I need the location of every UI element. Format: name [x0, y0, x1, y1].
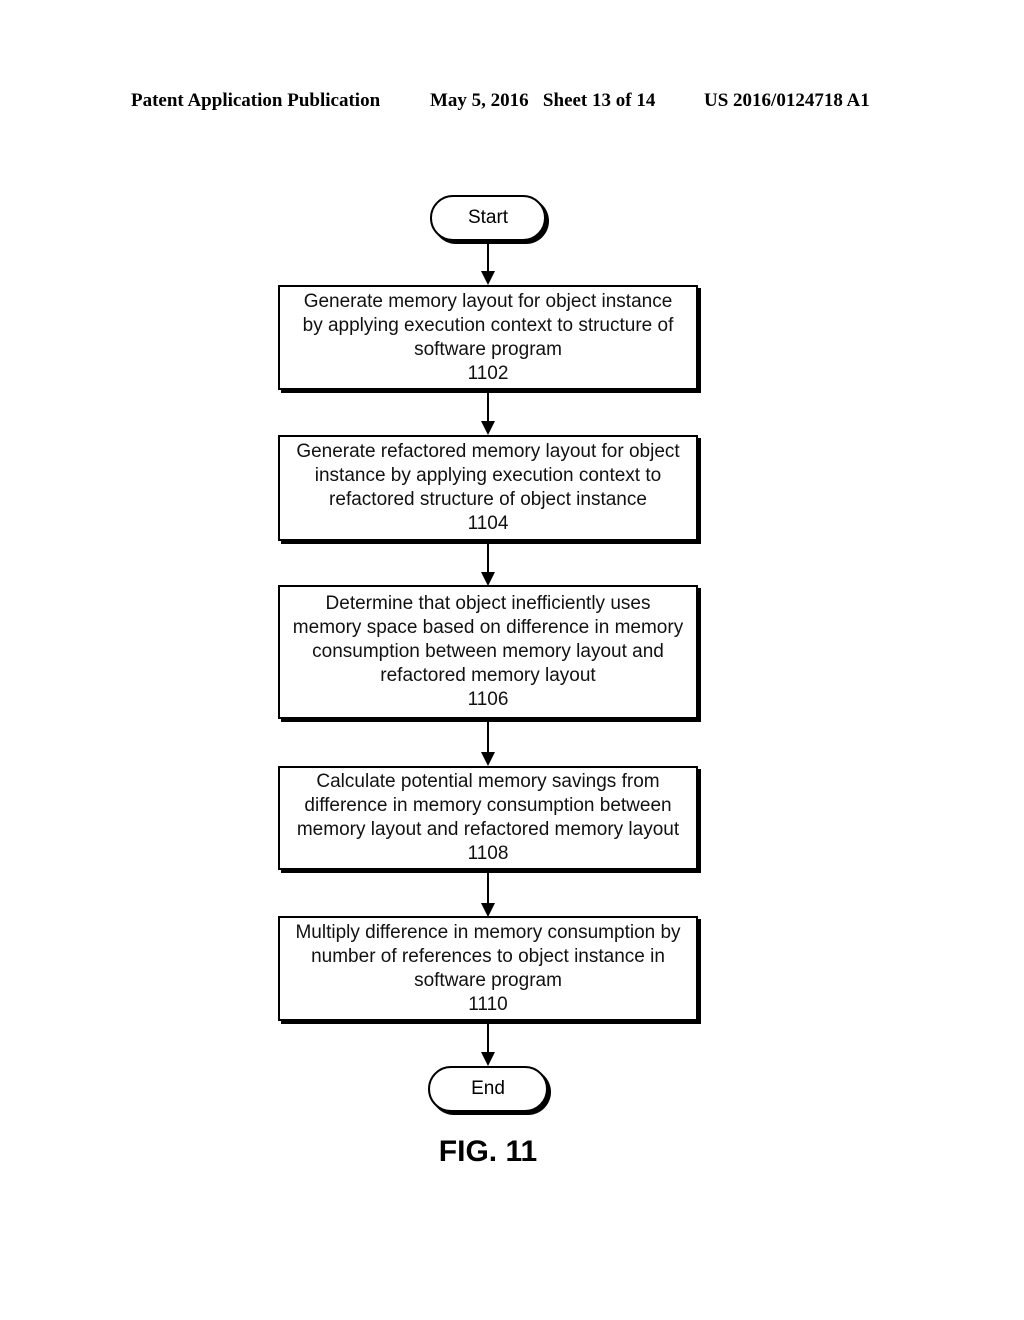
start-terminal: Start [430, 195, 546, 241]
step-ref: 1102 [467, 362, 509, 384]
arrow-1110-to-end [481, 1024, 495, 1066]
step-text: Determine that object inefficiently uses… [292, 593, 684, 686]
arrow-1104-to-1106 [481, 544, 495, 586]
step-text: Multiply difference in memory consumptio… [295, 921, 681, 991]
step-ref: 1104 [467, 513, 509, 534]
step-1108: Calculate potential memory savings from … [278, 766, 698, 870]
arrow-start-to-1102 [481, 243, 495, 285]
step-1102: Generate memory layout for object instan… [278, 285, 698, 390]
arrow-1102-to-1104 [481, 393, 495, 435]
step-1106: Determine that object inefficiently uses… [278, 585, 698, 719]
step-text: Generate refactored memory layout for ob… [296, 441, 680, 510]
figure-label: FIG. 11 [438, 1135, 538, 1168]
start-label: Start [467, 207, 509, 228]
step-text: Calculate potential memory savings from … [296, 771, 680, 840]
step-text: Generate memory layout for object instan… [302, 290, 674, 360]
step-ref: 1110 [468, 993, 508, 1015]
publication-date-sheet: May 5, 2016 Sheet 13 of 14 [430, 90, 656, 111]
step-1104: Generate refactored memory layout for ob… [278, 435, 698, 541]
arrow-1108-to-1110 [481, 873, 495, 917]
step-ref: 1106 [467, 689, 509, 710]
arrow-1106-to-1108 [481, 722, 495, 766]
step-ref: 1108 [467, 843, 509, 864]
publication-number: US 2016/0124718 A1 [704, 90, 870, 111]
publication-type: Patent Application Publication [131, 90, 381, 111]
end-label: End [471, 1078, 505, 1099]
step-1110: Multiply difference in memory consumptio… [278, 916, 698, 1021]
end-terminal: End [428, 1066, 548, 1112]
